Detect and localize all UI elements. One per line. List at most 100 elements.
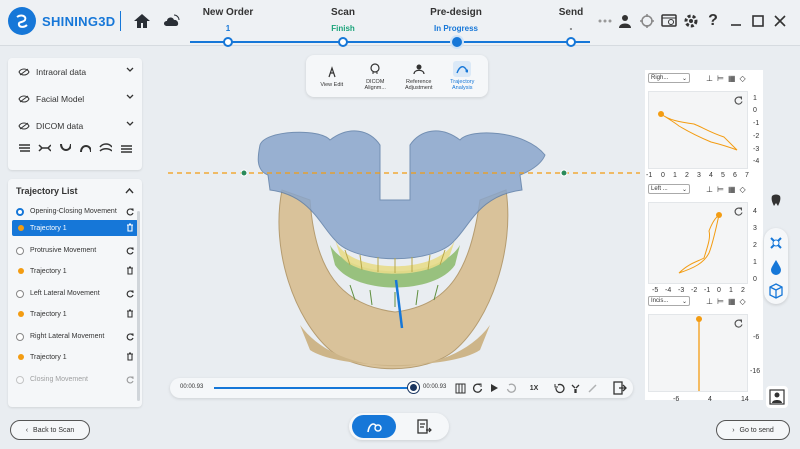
ruler-icon[interactable]: ⊨ <box>717 74 724 83</box>
ruler-icon[interactable]: ⊨ <box>717 297 724 306</box>
axis-icon[interactable]: ⊥ <box>706 74 713 83</box>
tooth-icon[interactable] <box>766 192 786 210</box>
erase-icon[interactable]: ◇ <box>740 74 746 83</box>
tab-dicom-alignment[interactable]: DICOM Alignm... <box>356 61 394 91</box>
frame-icon[interactable] <box>453 381 467 395</box>
rotate-icon[interactable] <box>552 381 566 395</box>
layer-intraoral[interactable]: Intraoral data <box>8 58 142 85</box>
refresh-icon[interactable] <box>126 376 134 384</box>
view-select[interactable]: Righ... ⌄ <box>648 73 690 83</box>
play-icon[interactable] <box>487 381 501 395</box>
erase-icon[interactable]: ◇ <box>740 185 746 194</box>
ruler-icon[interactable]: ⊨ <box>717 185 724 194</box>
replay-icon[interactable] <box>470 381 484 395</box>
refresh-icon[interactable] <box>126 290 134 298</box>
arch-icon[interactable] <box>79 143 92 153</box>
radio-button[interactable] <box>16 247 24 255</box>
back-to-scan-button[interactable]: ‹ Back to Scan <box>10 420 90 440</box>
tab-reference-adjustment[interactable]: Reference Adjustment <box>400 61 438 91</box>
draw-icon[interactable] <box>585 381 599 395</box>
reset-view-icon[interactable] <box>734 319 743 328</box>
upper-jaw-icon[interactable] <box>18 143 31 153</box>
trajectory-list-header[interactable]: Trajectory List <box>8 179 142 203</box>
movement-right-lateral[interactable]: Right Lateral Movement <box>8 328 142 345</box>
trash-icon[interactable] <box>126 223 134 232</box>
erase-icon[interactable]: ◇ <box>740 297 746 306</box>
occlusion-icon[interactable] <box>38 143 51 153</box>
exit-icon[interactable] <box>612 380 628 396</box>
trajectory-mode-button[interactable] <box>352 415 396 438</box>
report-export-button[interactable] <box>402 415 446 438</box>
refresh-icon[interactable] <box>126 247 134 255</box>
split-jaw-icon[interactable] <box>99 143 112 153</box>
movement-closing[interactable]: Closing Movement <box>8 371 142 388</box>
stack-jaw-icon[interactable] <box>120 143 132 153</box>
refresh-icon[interactable] <box>126 208 134 216</box>
movement-protrusive[interactable]: Protrusive Movement <box>8 242 142 259</box>
skull-model[interactable] <box>150 50 750 410</box>
bone-icon[interactable] <box>767 234 785 252</box>
maximize-icon[interactable] <box>748 10 768 32</box>
grid-icon[interactable]: ▦ <box>728 297 736 306</box>
eye-icon[interactable] <box>18 68 30 76</box>
tab-trajectory-analysis[interactable]: Trajectory Analysis <box>443 61 481 91</box>
patient-icon[interactable] <box>766 386 788 408</box>
minimize-icon[interactable] <box>726 10 746 32</box>
more-icon[interactable] <box>595 10 615 32</box>
redo-icon[interactable] <box>504 381 518 395</box>
step-scan[interactable]: Scan Finish <box>298 7 388 33</box>
eye-icon[interactable] <box>18 122 30 130</box>
eye-icon[interactable] <box>18 95 30 103</box>
help-icon[interactable]: ? <box>703 10 723 32</box>
radio-button[interactable] <box>16 333 24 341</box>
reset-view-icon[interactable] <box>734 207 743 216</box>
cloud-icon[interactable] <box>161 10 183 32</box>
target-icon[interactable] <box>637 10 657 32</box>
tab-view-edit[interactable]: View Edit <box>313 64 351 88</box>
radio-button[interactable] <box>16 290 24 298</box>
refresh-icon[interactable] <box>126 333 134 341</box>
step-pre-design[interactable]: Pre-design In Progress <box>411 7 501 33</box>
radio-button[interactable] <box>16 208 24 216</box>
view-select[interactable]: Incis... ⌄ <box>648 296 690 306</box>
trajectory-item[interactable]: Trajectory 1 <box>8 263 142 279</box>
home-icon[interactable] <box>131 10 153 32</box>
movement-opening-closing[interactable]: Opening-Closing Movement <box>8 203 142 220</box>
trash-icon[interactable] <box>126 352 134 361</box>
cube-icon[interactable] <box>767 282 785 300</box>
view-select[interactable]: Left ... ⌄ <box>648 184 690 194</box>
axis-icon[interactable]: ⊥ <box>706 185 713 194</box>
lower-jaw-icon[interactable] <box>59 143 71 153</box>
chevron-down-icon[interactable] <box>126 121 134 127</box>
droplet-icon[interactable] <box>767 258 785 276</box>
grid-icon[interactable]: ▦ <box>728 185 736 194</box>
trash-icon[interactable] <box>126 266 134 275</box>
split-view-icon[interactable] <box>568 381 582 395</box>
close-icon[interactable] <box>770 10 790 32</box>
grid-icon[interactable]: ▦ <box>728 74 736 83</box>
plot-incisal-view[interactable] <box>648 314 748 392</box>
movement-left-lateral[interactable]: Left Lateral Movement <box>8 285 142 302</box>
layer-dicom[interactable]: DICOM data <box>8 112 142 139</box>
screenshot-icon[interactable] <box>659 10 679 32</box>
layer-facial[interactable]: Facial Model <box>8 85 142 112</box>
playback-track[interactable] <box>214 387 414 389</box>
trajectory-item[interactable]: Trajectory 1 <box>8 349 142 365</box>
trash-icon[interactable] <box>126 309 134 318</box>
user-icon[interactable] <box>615 10 635 32</box>
chevron-up-icon[interactable] <box>125 188 134 194</box>
settings-icon[interactable] <box>681 10 701 32</box>
speed-button[interactable]: 1X <box>527 381 541 395</box>
3d-viewport[interactable] <box>150 50 750 410</box>
chevron-down-icon[interactable] <box>126 94 134 100</box>
step-new-order[interactable]: New Order 1 <box>183 7 273 33</box>
axis-icon[interactable]: ⊥ <box>706 297 713 306</box>
trajectory-scrollbar[interactable] <box>137 211 140 401</box>
plot-right-view[interactable] <box>648 91 748 169</box>
playback-knob[interactable] <box>408 382 419 393</box>
chevron-down-icon[interactable] <box>126 67 134 73</box>
trajectory-item[interactable]: Trajectory 1 <box>8 306 142 322</box>
go-to-send-button[interactable]: › Go to send <box>716 420 790 440</box>
radio-button[interactable] <box>16 376 24 384</box>
reset-view-icon[interactable] <box>734 96 743 105</box>
